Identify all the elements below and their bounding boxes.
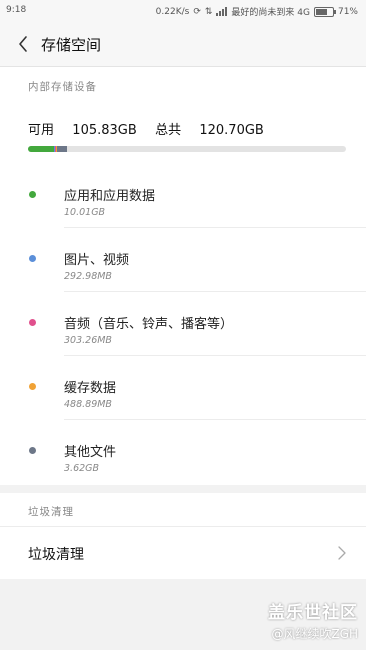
category-name: 其他文件: [64, 445, 117, 460]
status-right: 0.22K/s ⟳ ⇅ 最好的尚未到来 4G 71%: [156, 5, 358, 18]
battery-percent: 71%: [337, 6, 358, 17]
battery-icon: [313, 6, 336, 17]
category-dot: [29, 191, 36, 198]
category-images-videos[interactable]: 图片、视频 292.98MB: [0, 249, 366, 313]
category-size: 10.01GB: [64, 207, 106, 218]
category-size: 303.26MB: [64, 335, 112, 346]
network-speed: 0.22K/s: [155, 6, 190, 17]
watermark-line1: 盖乐世社区: [268, 603, 358, 623]
signal-icon: [216, 7, 228, 16]
category-size: 488.89MB: [64, 399, 112, 410]
usage-segment: [28, 146, 55, 152]
status-bar: 9:18 0.22K/s ⟳ ⇅ 最好的尚未到来 4G 71%: [0, 0, 366, 22]
back-arrow-icon[interactable]: [12, 32, 36, 56]
total-value: 120.70GB: [199, 123, 264, 138]
divider: [64, 227, 366, 228]
header: 存储空间: [0, 22, 366, 67]
junk-cleanup-label: 垃圾清理: [28, 547, 84, 563]
category-size: 3.62GB: [64, 463, 100, 474]
category-name: 缓存数据: [64, 381, 117, 396]
category-audio[interactable]: 音频（音乐、铃声、播客等） 303.26MB: [0, 313, 366, 377]
divider: [64, 355, 366, 356]
carrier-text: 最好的尚未到来 4G: [231, 8, 310, 18]
category-dot: [29, 447, 36, 454]
junk-cleanup-row[interactable]: 垃圾清理: [0, 527, 366, 579]
category-name: 音频（音乐、铃声、播客等）: [64, 317, 234, 332]
available-value: 105.83GB: [72, 123, 137, 138]
watermark: 盖乐世社区 @风继续吹ZGH: [268, 598, 358, 642]
divider: [64, 419, 366, 420]
divider: [64, 291, 366, 292]
category-dot: [29, 383, 36, 390]
page-title: 存储空间: [41, 36, 102, 54]
category-dot: [29, 319, 36, 326]
watermark-line2: @风继续吹ZGH: [271, 627, 358, 641]
data-arrows-icon: ⇅: [204, 6, 213, 17]
total-label: 总共: [155, 123, 182, 138]
sync-icon: ⟳: [193, 6, 201, 17]
storage-usage-bar: [28, 146, 346, 152]
internal-storage-label: 内部存储设备: [28, 81, 97, 93]
category-apps[interactable]: 应用和应用数据 10.01GB: [0, 185, 366, 249]
category-size: 292.98MB: [64, 271, 112, 282]
category-dot: [29, 255, 36, 262]
internal-storage-section: 内部存储设备 可用 105.83GB 总共 120.70GB 应用和应用数据 1…: [0, 67, 366, 485]
junk-cleanup-section: 垃圾清理 垃圾清理: [0, 493, 366, 579]
category-cache[interactable]: 缓存数据 488.89MB: [0, 377, 366, 441]
junk-section-label: 垃圾清理: [28, 506, 74, 518]
chevron-right-icon: [338, 546, 346, 560]
capacity-summary: 可用 105.83GB 总共 120.70GB: [28, 119, 264, 138]
status-time: 9:18: [6, 5, 27, 15]
available-label: 可用: [28, 123, 55, 138]
usage-segment: [57, 146, 67, 152]
category-name: 图片、视频: [64, 253, 130, 268]
category-name: 应用和应用数据: [64, 189, 156, 204]
